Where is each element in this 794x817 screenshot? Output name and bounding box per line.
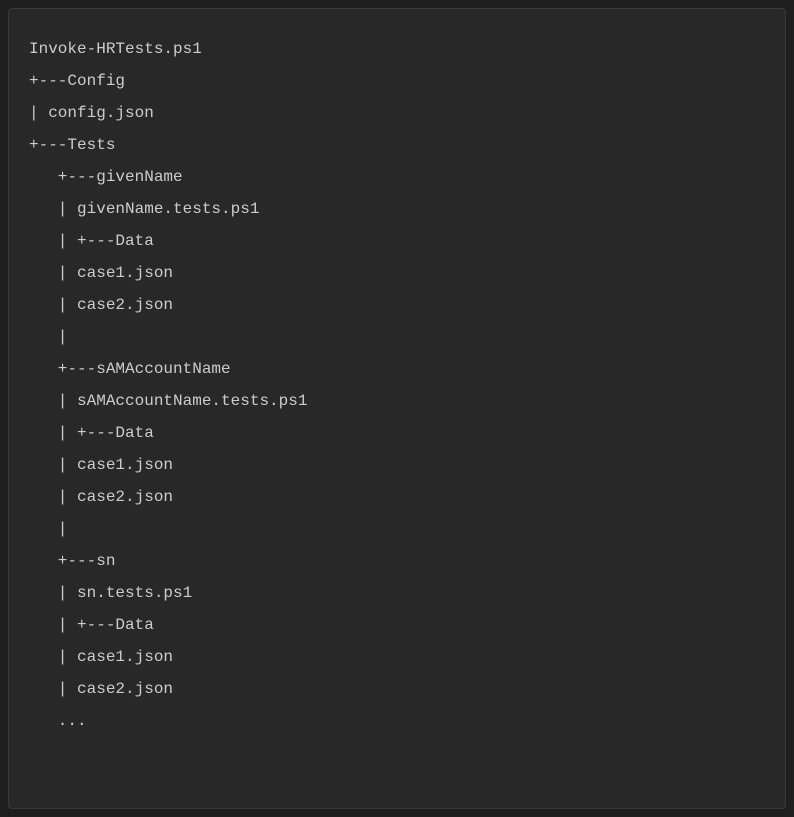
tree-line: | case2.json <box>29 673 765 705</box>
tree-line: | <box>29 321 765 353</box>
tree-line: | +---Data <box>29 609 765 641</box>
tree-line: | sAMAccountName.tests.ps1 <box>29 385 765 417</box>
tree-line: Invoke-HRTests.ps1 <box>29 33 765 65</box>
tree-line: ... <box>29 705 765 737</box>
tree-line: | <box>29 513 765 545</box>
tree-line: +---sAMAccountName <box>29 353 765 385</box>
tree-line: | case1.json <box>29 257 765 289</box>
tree-line: | case1.json <box>29 641 765 673</box>
tree-line: | config.json <box>29 97 765 129</box>
tree-line: | +---Data <box>29 417 765 449</box>
tree-line: +---sn <box>29 545 765 577</box>
code-block: Invoke-HRTests.ps1 +---Config | config.j… <box>8 8 786 809</box>
tree-line: +---Tests <box>29 129 765 161</box>
tree-line: | sn.tests.ps1 <box>29 577 765 609</box>
tree-line: | givenName.tests.ps1 <box>29 193 765 225</box>
tree-line: | +---Data <box>29 225 765 257</box>
tree-line: | case2.json <box>29 289 765 321</box>
tree-line: +---givenName <box>29 161 765 193</box>
tree-line: +---Config <box>29 65 765 97</box>
tree-line: | case2.json <box>29 481 765 513</box>
tree-line: | case1.json <box>29 449 765 481</box>
